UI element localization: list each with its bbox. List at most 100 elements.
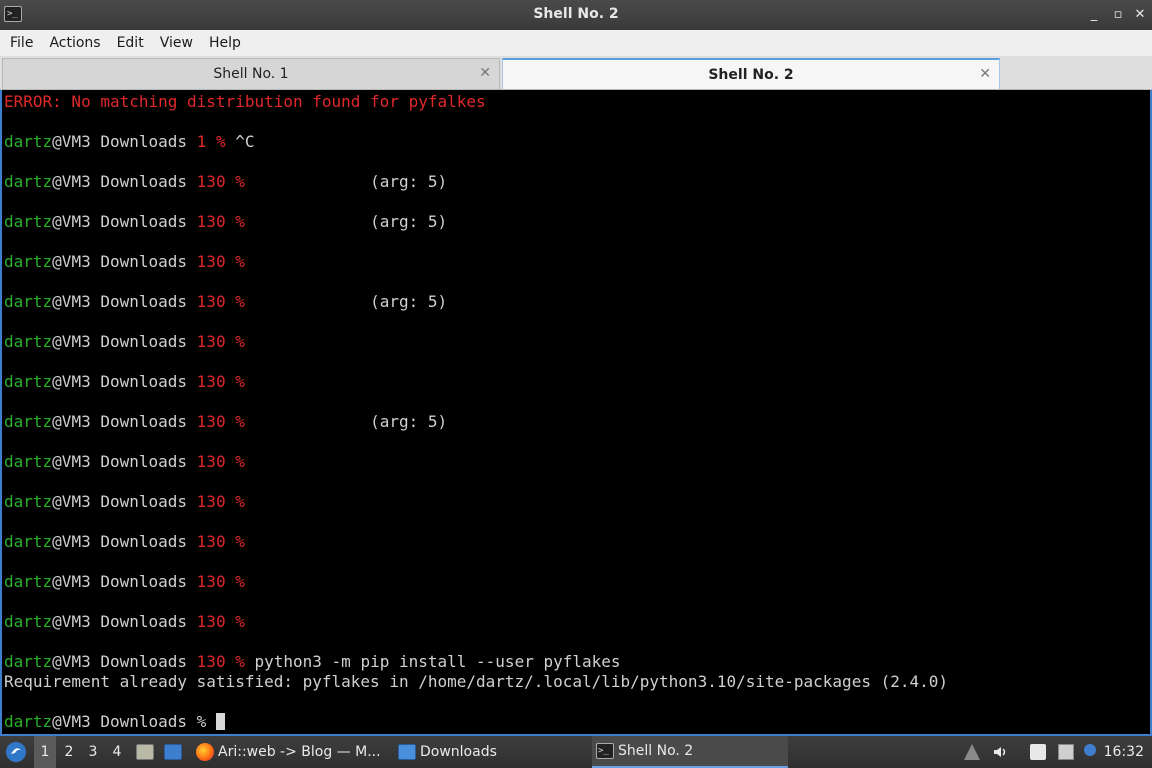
prompt-symbol: % xyxy=(196,712,207,731)
menu-bar: File Actions Edit View Help xyxy=(0,30,1152,56)
prompt-user: dartz xyxy=(4,132,53,151)
prompt-host-dir: @VM3 Downloads xyxy=(52,612,197,631)
tab-bar: Shell No. 1 ✕ Shell No. 2 ✕ xyxy=(0,56,1152,90)
start-menu-button[interactable] xyxy=(4,736,28,768)
menu-help[interactable]: Help xyxy=(201,35,249,51)
terminal-line: dartz@VM3 Downloads 130 % xyxy=(4,452,245,472)
show-desktop-button[interactable] xyxy=(162,736,184,768)
prompt-exit-code: 130 % xyxy=(196,612,245,631)
workspace-3[interactable]: 3 xyxy=(82,736,104,768)
prompt-user: dartz xyxy=(4,292,53,311)
terminal-active-prompt[interactable]: dartz@VM3 Downloads % xyxy=(4,712,225,732)
prompt-exit-code: 130 % xyxy=(196,332,245,351)
close-button[interactable]: ✕ xyxy=(1130,5,1150,25)
terminal-line: dartz@VM3 Downloads 130 % xyxy=(4,332,245,352)
prompt-host-dir: @VM3 Downloads xyxy=(52,332,197,351)
menu-actions[interactable]: Actions xyxy=(41,35,108,51)
terminal-line: dartz@VM3 Downloads 130 % xyxy=(4,532,245,552)
folder-icon xyxy=(398,744,416,760)
prompt-exit-code: 130 % xyxy=(196,172,245,191)
taskbar: 1 2 3 4 Ari::web -> Blog — M... Download… xyxy=(0,736,1152,768)
prompt-user: dartz xyxy=(4,412,53,431)
prompt-exit-code: 130 % xyxy=(196,212,245,231)
workspace-4[interactable]: 4 xyxy=(106,736,128,768)
prompt-host-dir: @VM3 Downloads xyxy=(52,572,197,591)
tab-shell-2[interactable]: Shell No. 2 ✕ xyxy=(502,58,1000,89)
terminal-line: dartz@VM3 Downloads 130 % xyxy=(4,612,245,632)
text-cursor xyxy=(215,713,225,730)
taskbar-window-label: Downloads xyxy=(420,744,497,760)
prompt-host-dir: @VM3 Downloads xyxy=(52,292,197,311)
clipboard-icon[interactable] xyxy=(1030,744,1046,760)
line-text: (arg: 5) xyxy=(244,412,448,431)
taskbar-window-downloads[interactable]: Downloads xyxy=(394,736,590,768)
file-manager-icon xyxy=(136,744,154,760)
line-text: (arg: 5) xyxy=(244,172,448,191)
prompt-host-dir: @VM3 Downloads xyxy=(52,712,197,731)
taskbar-window-label: Ari::web -> Blog — M... xyxy=(218,744,381,760)
workspace-1[interactable]: 1 xyxy=(34,736,56,768)
window-titlebar[interactable]: >_ Shell No. 2 _ ▫ ✕ xyxy=(0,0,1152,30)
prompt-host-dir: @VM3 Downloads xyxy=(52,252,197,271)
clock[interactable]: 16:32 xyxy=(1104,744,1144,760)
tab-close-icon[interactable]: ✕ xyxy=(979,66,991,82)
prompt-host-dir: @VM3 Downloads xyxy=(52,172,197,191)
prompt-host-dir: @VM3 Downloads xyxy=(52,132,197,151)
desktop-icon xyxy=(164,744,182,760)
prompt-exit-code: 130 % xyxy=(196,572,245,591)
tab-label: Shell No. 1 xyxy=(213,66,289,82)
prompt-user: dartz xyxy=(4,212,53,231)
prompt-exit-code: 130 % xyxy=(196,372,245,391)
prompt-exit-code: 130 % xyxy=(196,532,245,551)
prompt-user: dartz xyxy=(4,652,53,671)
prompt-exit-code: 130 % xyxy=(196,252,245,271)
terminal-view[interactable]: ERROR: No matching distribution found fo… xyxy=(0,90,1152,736)
tab-shell-1[interactable]: Shell No. 1 ✕ xyxy=(2,58,500,89)
prompt-exit-code: 130 % xyxy=(196,492,245,511)
prompt-user: dartz xyxy=(4,572,53,591)
prompt-host-dir: @VM3 Downloads xyxy=(52,452,197,471)
menu-file[interactable]: File xyxy=(2,35,41,51)
menu-view[interactable]: View xyxy=(152,35,201,51)
volume-icon[interactable] xyxy=(992,744,1008,760)
line-text: ^C xyxy=(225,132,255,151)
prompt-user: dartz xyxy=(4,252,53,271)
command-text: python3 -m pip install --user pyflakes xyxy=(244,652,621,671)
terminal-line: dartz@VM3 Downloads 130 % xyxy=(4,572,245,592)
eject-icon[interactable] xyxy=(964,744,980,760)
taskbar-window-firefox[interactable]: Ari::web -> Blog — M... xyxy=(192,736,388,768)
terminal-icon: >_ xyxy=(596,743,614,759)
notification-icon[interactable] xyxy=(1084,744,1096,756)
terminal-line: dartz@VM3 Downloads 130 % (arg: 5) xyxy=(4,292,447,312)
terminal-error-line: ERROR: No matching distribution found fo… xyxy=(4,92,486,111)
file-manager-launcher[interactable] xyxy=(134,736,156,768)
workspace-2[interactable]: 2 xyxy=(58,736,80,768)
tab-label: Shell No. 2 xyxy=(708,67,794,83)
prompt-host-dir: @VM3 Downloads xyxy=(52,212,197,231)
prompt-host-dir: @VM3 Downloads xyxy=(52,372,197,391)
prompt-host-dir: @VM3 Downloads xyxy=(52,652,197,671)
prompt-exit-code: 130 % xyxy=(196,652,245,671)
prompt-exit-code: 130 % xyxy=(196,292,245,311)
taskbar-window-shell[interactable]: >_ Shell No. 2 xyxy=(592,736,788,768)
tab-close-icon[interactable]: ✕ xyxy=(479,65,491,81)
prompt-exit-code: 130 % xyxy=(196,412,245,431)
prompt-user: dartz xyxy=(4,612,53,631)
terminal-line: dartz@VM3 Downloads 130 % (arg: 5) xyxy=(4,412,447,432)
network-icon[interactable] xyxy=(1058,744,1074,760)
prompt-exit-code: 130 % xyxy=(196,452,245,471)
prompt-user: dartz xyxy=(4,172,53,191)
prompt-user: dartz xyxy=(4,492,53,511)
prompt-exit-code: 1 % xyxy=(196,132,226,151)
terminal-line: dartz@VM3 Downloads 1 % ^C xyxy=(4,132,254,152)
minimize-button[interactable]: _ xyxy=(1084,5,1104,25)
maximize-button[interactable]: ▫ xyxy=(1108,5,1128,25)
prompt-host-dir: @VM3 Downloads xyxy=(52,492,197,511)
line-text: (arg: 5) xyxy=(244,292,448,311)
prompt-user: dartz xyxy=(4,332,53,351)
lxqt-logo-icon xyxy=(6,742,26,762)
menu-edit[interactable]: Edit xyxy=(109,35,152,51)
prompt-host-dir: @VM3 Downloads xyxy=(52,532,197,551)
terminal-line: dartz@VM3 Downloads 130 % (arg: 5) xyxy=(4,172,447,192)
prompt-user: dartz xyxy=(4,372,53,391)
